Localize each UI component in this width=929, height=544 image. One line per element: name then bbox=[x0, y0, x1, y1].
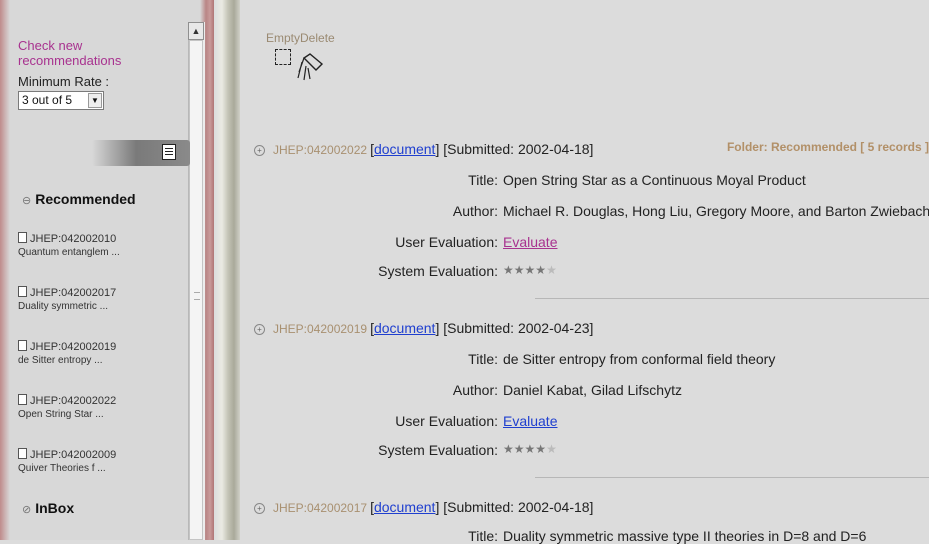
star-empty-icon: ★ bbox=[546, 442, 557, 456]
folder-list-icon[interactable] bbox=[162, 144, 176, 160]
author-label: Author: bbox=[452, 382, 498, 398]
document-icon bbox=[18, 232, 27, 243]
sidebar-item-desc: Duality symmetric ... bbox=[18, 301, 109, 312]
rate-select-value: 3 out of 5 bbox=[22, 93, 73, 107]
record-title: Duality symmetric massive type II theori… bbox=[503, 528, 867, 544]
expand-record-icon[interactable]: + bbox=[254, 503, 265, 514]
delete-icon[interactable] bbox=[296, 50, 326, 82]
record-id: JHEP:042002017 bbox=[273, 501, 368, 515]
document-link[interactable]: document bbox=[374, 320, 435, 336]
folder-bar[interactable] bbox=[92, 140, 190, 166]
record-title: de Sitter entropy from conformal field t… bbox=[503, 351, 776, 367]
document-link[interactable]: document bbox=[374, 499, 435, 515]
sidebar-item-id: JHEP:042002022 bbox=[30, 395, 117, 407]
main-panel: EmptyDelete Folder: Recommended [ 5 reco… bbox=[240, 0, 929, 544]
sidebar-item-id: JHEP:042002009 bbox=[30, 449, 117, 461]
inbox-folder-heading[interactable]: ⊘ InBox bbox=[22, 500, 74, 516]
pane-divider[interactable] bbox=[214, 0, 240, 540]
evaluate-link[interactable]: Evaluate bbox=[503, 234, 557, 250]
rating-stars: ★★★★★ bbox=[503, 263, 557, 277]
star-filled-icon: ★ bbox=[524, 442, 536, 456]
sidebar-item-desc: Quantum entanglem ... bbox=[18, 247, 120, 258]
empty-icon[interactable] bbox=[275, 49, 291, 65]
sidebar-item-042002010[interactable]: JHEP:042002010 Quantum entanglem ... bbox=[18, 232, 193, 259]
document-icon bbox=[18, 286, 27, 297]
star-empty-icon: ★ bbox=[546, 263, 557, 277]
minimum-rate-label: Minimum Rate : bbox=[18, 74, 110, 89]
document-icon bbox=[18, 394, 27, 405]
user-evaluation-label: User Evaluation: bbox=[395, 234, 498, 250]
sidebar-item-desc: de Sitter entropy ... bbox=[18, 355, 103, 366]
chevron-up-icon: ▲ bbox=[191, 26, 201, 36]
check-new-recommendations-link[interactable]: Check new recommendations bbox=[18, 38, 168, 68]
star-filled-icon: ★ bbox=[535, 263, 547, 277]
sidebar-item-042002009[interactable]: JHEP:042002009 Quiver Theories f ... bbox=[18, 448, 193, 475]
expand-icon[interactable]: ⊘ bbox=[22, 504, 31, 516]
toolbar-label: EmptyDelete bbox=[266, 31, 335, 45]
chevron-down-icon[interactable]: ▼ bbox=[88, 93, 102, 108]
sidebar-item-desc: Open String Star ... bbox=[18, 409, 104, 420]
sidebar-item-desc: Quiver Theories f ... bbox=[18, 463, 106, 474]
record-header: + JHEP:042002017 [document] [Submitted: 20… bbox=[254, 499, 593, 515]
sidebar-item-id: JHEP:042002017 bbox=[30, 287, 117, 299]
record-title: Open String Star as a Continuous Moyal P… bbox=[503, 172, 806, 188]
rating-stars: ★★★★★ bbox=[503, 442, 557, 456]
minimum-rate-select[interactable]: 3 out of 5 ▼ bbox=[18, 91, 104, 110]
author-label: Author: bbox=[452, 203, 498, 219]
document-link[interactable]: document bbox=[374, 141, 435, 157]
sidebar-item-042002019[interactable]: JHEP:042002019 de Sitter entropy ... bbox=[18, 340, 193, 367]
star-filled-icon: ★ bbox=[503, 263, 514, 277]
scroll-up-button[interactable]: ▲ bbox=[188, 22, 204, 40]
evaluate-link[interactable]: Evaluate bbox=[503, 413, 557, 429]
record-submitted: [Submitted: 2002-04-23] bbox=[443, 320, 594, 336]
document-icon bbox=[18, 340, 27, 351]
record-author: Daniel Kabat, Gilad Lifschytz bbox=[503, 382, 682, 398]
title-label: Title: bbox=[468, 172, 498, 188]
user-evaluation-label: User Evaluation: bbox=[395, 413, 498, 429]
sidebar-item-042002017[interactable]: JHEP:042002017 Duality symmetric ... bbox=[18, 286, 193, 313]
star-filled-icon: ★ bbox=[535, 442, 547, 456]
document-icon bbox=[18, 448, 27, 459]
record-author: Michael R. Douglas, Hong Liu, Gregory Mo… bbox=[503, 203, 929, 219]
scrollbar-grip bbox=[194, 292, 200, 300]
star-filled-icon: ★ bbox=[524, 263, 536, 277]
sidebar: ▲ Check new recommendations Minimum Rate… bbox=[0, 0, 214, 540]
collapse-icon[interactable]: ⊖ bbox=[22, 195, 31, 207]
record-header: + JHEP:042002022 [document] [Submitted: 20… bbox=[254, 141, 593, 157]
record-divider bbox=[535, 298, 929, 299]
record-id: JHEP:042002022 bbox=[273, 143, 368, 157]
record-id: JHEP:042002019 bbox=[273, 322, 368, 336]
title-label: Title: bbox=[468, 528, 498, 544]
expand-record-icon[interactable]: + bbox=[254, 145, 265, 156]
system-evaluation-label: System Evaluation: bbox=[378, 263, 498, 279]
record-header: + JHEP:042002019 [document] [Submitted: 20… bbox=[254, 320, 593, 336]
record-submitted: [Submitted: 2002-04-18] bbox=[443, 499, 594, 515]
star-filled-icon: ★ bbox=[513, 263, 525, 277]
recommended-folder-heading[interactable]: ⊖ Recommended bbox=[22, 191, 136, 207]
record-submitted: [Submitted: 2002-04-18] bbox=[443, 141, 594, 157]
system-evaluation-label: System Evaluation: bbox=[378, 442, 498, 458]
record-divider bbox=[535, 477, 929, 478]
sidebar-item-id: JHEP:042002010 bbox=[30, 233, 117, 245]
sidebar-item-id: JHEP:042002019 bbox=[30, 341, 117, 353]
star-filled-icon: ★ bbox=[503, 442, 514, 456]
folder-info: Folder: Recommended [ 5 records ] bbox=[726, 140, 929, 154]
title-label: Title: bbox=[468, 351, 498, 367]
expand-record-icon[interactable]: + bbox=[254, 324, 265, 335]
sidebar-item-042002022[interactable]: JHEP:042002022 Open String Star ... bbox=[18, 394, 193, 421]
star-filled-icon: ★ bbox=[513, 442, 525, 456]
